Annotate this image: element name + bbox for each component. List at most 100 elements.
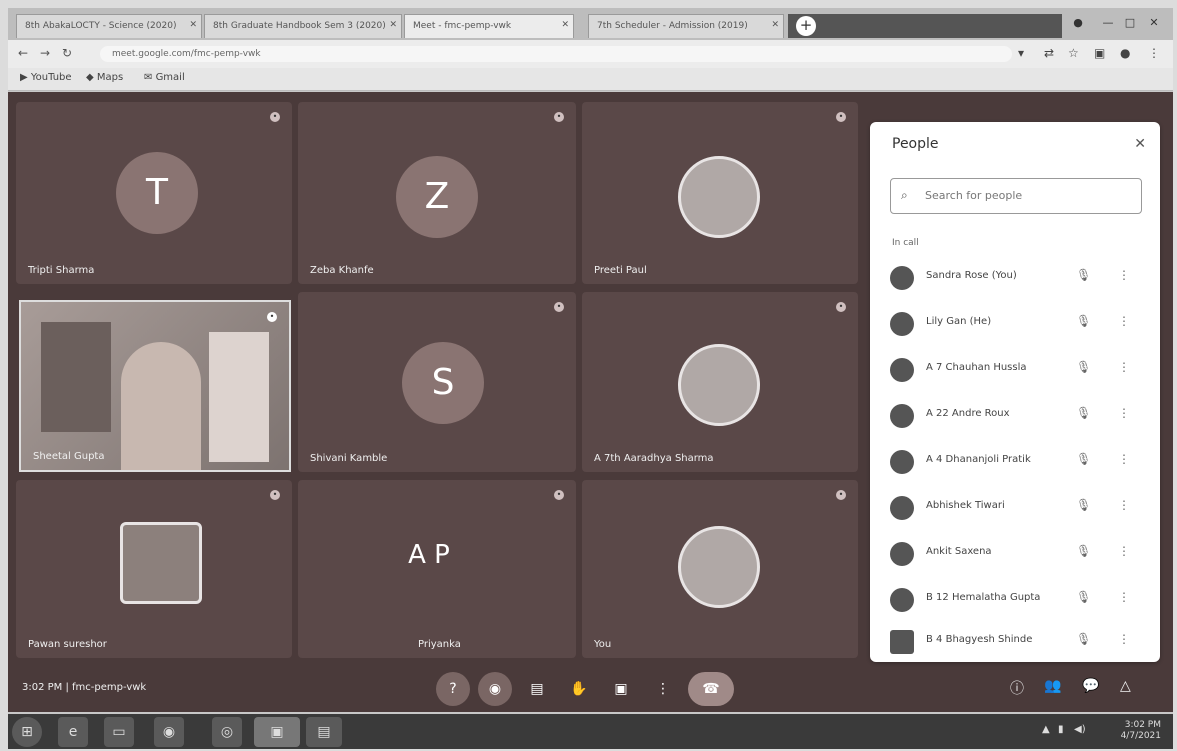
participant-tile[interactable]: • Pawan sureshor: [16, 480, 292, 658]
close-tab-icon[interactable]: ✕: [389, 20, 397, 30]
more-options-icon[interactable]: ⋮: [1118, 452, 1130, 466]
photos-icon[interactable]: ▤: [306, 717, 342, 747]
mic-off-icon[interactable]: 🎙: [1076, 268, 1091, 282]
activities-icon[interactable]: △: [1120, 678, 1131, 694]
bookmark-label: Gmail: [155, 72, 185, 83]
new-tab-button[interactable]: +: [796, 16, 816, 36]
firefox-icon[interactable]: ◉: [154, 717, 184, 747]
clock[interactable]: 3:02 PM 4/7/2021: [1121, 720, 1161, 742]
search-input[interactable]: ⌕ Search for people: [890, 178, 1142, 214]
battery-icon[interactable]: ▮: [1058, 724, 1064, 735]
back-icon[interactable]: ←: [18, 46, 28, 60]
participant-row[interactable]: Ankit Saxena 🎙 ⋮: [886, 534, 1148, 574]
mic-off-icon[interactable]: 🎙: [1076, 314, 1091, 328]
taskbar: ⊞ e ▭ ◉ ◎ ▣ ▤ ▲ ▮ ◀) 3:02 PM 4/7/2021: [8, 714, 1173, 749]
maximize-icon[interactable]: □: [1120, 16, 1140, 34]
edge-icon[interactable]: e: [58, 717, 88, 747]
mic-off-icon[interactable]: 🎙: [1076, 590, 1091, 604]
bookmark-youtube[interactable]: ▶ YouTube: [20, 72, 72, 83]
mic-off-icon[interactable]: 🎙: [1076, 360, 1091, 374]
participant-row[interactable]: A 22 Andre Roux 🎙 ⋮: [886, 396, 1148, 436]
minimize-icon[interactable]: —: [1098, 16, 1118, 34]
video-shelf: [41, 322, 111, 432]
participant-name: Pawan sureshor: [28, 639, 107, 650]
participant-tile[interactable]: • A 7th Aaradhya Sharma: [582, 292, 858, 472]
avatar: [890, 630, 914, 654]
reload-icon[interactable]: ↻: [62, 46, 72, 60]
camera-permission-icon[interactable]: ▾: [1018, 46, 1024, 60]
browser-tab-4[interactable]: 7th Scheduler - Admission (2019) ✕: [588, 14, 784, 38]
present-screen-icon[interactable]: ▣: [604, 672, 638, 706]
mic-off-icon[interactable]: 🎙: [1076, 632, 1091, 646]
chrome-icon[interactable]: ◎: [212, 717, 242, 747]
participant-name: Ankit Saxena: [926, 546, 992, 557]
participant-name: Tripti Sharma: [28, 265, 95, 276]
file-explorer-icon[interactable]: ▭: [104, 717, 134, 747]
mic-off-icon[interactable]: 🎙: [1076, 544, 1091, 558]
more-options-icon[interactable]: ⋮: [1118, 314, 1130, 328]
extension-icon[interactable]: ▣: [1094, 46, 1105, 60]
menu-icon[interactable]: ⋮: [1148, 46, 1160, 60]
participant-tile[interactable]: • You: [582, 480, 858, 658]
mic-off-icon[interactable]: 🎙: [1076, 498, 1091, 512]
meet-window-icon[interactable]: ▣: [254, 717, 300, 747]
participant-row[interactable]: A 7 Chauhan Hussla 🎙 ⋮: [886, 350, 1148, 390]
profile-icon[interactable]: ●: [1068, 16, 1088, 34]
participant-tile[interactable]: S • Shivani Kamble: [298, 292, 576, 472]
avatar-group: A P: [408, 540, 450, 570]
mic-off-icon[interactable]: 🎙: [1076, 452, 1091, 466]
meeting-details-icon[interactable]: ⓘ: [1010, 678, 1024, 698]
more-options-icon[interactable]: ⋮: [1118, 360, 1130, 374]
participant-row[interactable]: B 4 Bhagyesh Shinde 🎙 ⋮: [886, 622, 1148, 658]
people-icon[interactable]: 👥: [1044, 678, 1061, 694]
clock-time: 3:02 PM: [1124, 720, 1161, 730]
close-icon[interactable]: ✕: [1134, 136, 1146, 152]
url-input[interactable]: meet.google.com/fmc-pemp-vwk: [100, 46, 1012, 62]
participant-row[interactable]: Sandra Rose (You) 🎙 ⋮: [886, 258, 1148, 298]
more-options-icon[interactable]: ⋮: [1118, 632, 1130, 646]
leave-call-button[interactable]: ☎: [688, 672, 734, 706]
captions-icon[interactable]: ▤: [520, 672, 554, 706]
participant-row[interactable]: B 12 Hemalatha Gupta 🎙 ⋮: [886, 580, 1148, 620]
self-video-tile[interactable]: • Sheetal Gupta: [19, 300, 291, 472]
close-tab-icon[interactable]: ✕: [189, 20, 197, 30]
participant-tile[interactable]: T • Tripti Sharma: [16, 102, 292, 284]
more-options-icon[interactable]: ⋮: [646, 672, 680, 706]
chat-icon[interactable]: 💬: [1082, 678, 1099, 694]
more-options-icon[interactable]: ⋮: [1118, 590, 1130, 604]
bookmark-maps[interactable]: ◆ Maps: [86, 72, 123, 83]
browser-tab-1[interactable]: 8th AbakaLOCTY - Science (2020) ✕: [16, 14, 202, 38]
more-options-icon[interactable]: ⋮: [1118, 544, 1130, 558]
browser-tab-2[interactable]: 8th Graduate Handbook Sem 3 (2020) ✕: [204, 14, 402, 38]
close-tab-icon[interactable]: ✕: [771, 20, 779, 30]
account-icon[interactable]: ●: [1120, 46, 1130, 60]
more-options-icon[interactable]: ⋮: [1118, 268, 1130, 282]
participant-row[interactable]: Abhishek Tiwari 🎙 ⋮: [886, 488, 1148, 528]
mic-off-icon[interactable]: 🎙: [1076, 406, 1091, 420]
participant-tile[interactable]: Z • Zeba Khanfe: [298, 102, 576, 284]
help-icon[interactable]: ?: [436, 672, 470, 706]
bookmark-gmail[interactable]: ✉ Gmail: [144, 72, 185, 83]
star-icon[interactable]: ☆: [1068, 46, 1079, 60]
more-options-icon[interactable]: ⋮: [1118, 498, 1130, 512]
participant-tile[interactable]: A P • Priyanka: [298, 480, 576, 658]
browser-tab-meet[interactable]: Meet - fmc-pemp-vwk ✕: [404, 14, 574, 38]
more-options-icon[interactable]: ⋮: [1118, 406, 1130, 420]
participant-row[interactable]: Lily Gan (He) 🎙 ⋮: [886, 304, 1148, 344]
raise-hand-icon[interactable]: ✋: [562, 672, 596, 706]
volume-icon[interactable]: ◀): [1074, 724, 1086, 735]
camera-icon[interactable]: ◉: [478, 672, 512, 706]
start-button[interactable]: ⊞: [12, 717, 42, 747]
participant-tile[interactable]: • Preeti Paul: [582, 102, 858, 284]
mic-icon: •: [836, 302, 846, 312]
close-tab-icon[interactable]: ✕: [561, 20, 569, 30]
network-icon[interactable]: ▲: [1042, 724, 1050, 735]
participant-row[interactable]: A 4 Dhananjoli Pratik 🎙 ⋮: [886, 442, 1148, 482]
participant-name: Sheetal Gupta: [33, 451, 105, 462]
translate-icon[interactable]: ⇄: [1044, 46, 1054, 60]
mic-icon: •: [270, 490, 280, 500]
close-window-icon[interactable]: ✕: [1144, 16, 1164, 34]
forward-icon[interactable]: →: [40, 46, 50, 60]
participant-name: B 12 Hemalatha Gupta: [926, 592, 1041, 603]
clock-date: 4/7/2021: [1120, 731, 1161, 741]
